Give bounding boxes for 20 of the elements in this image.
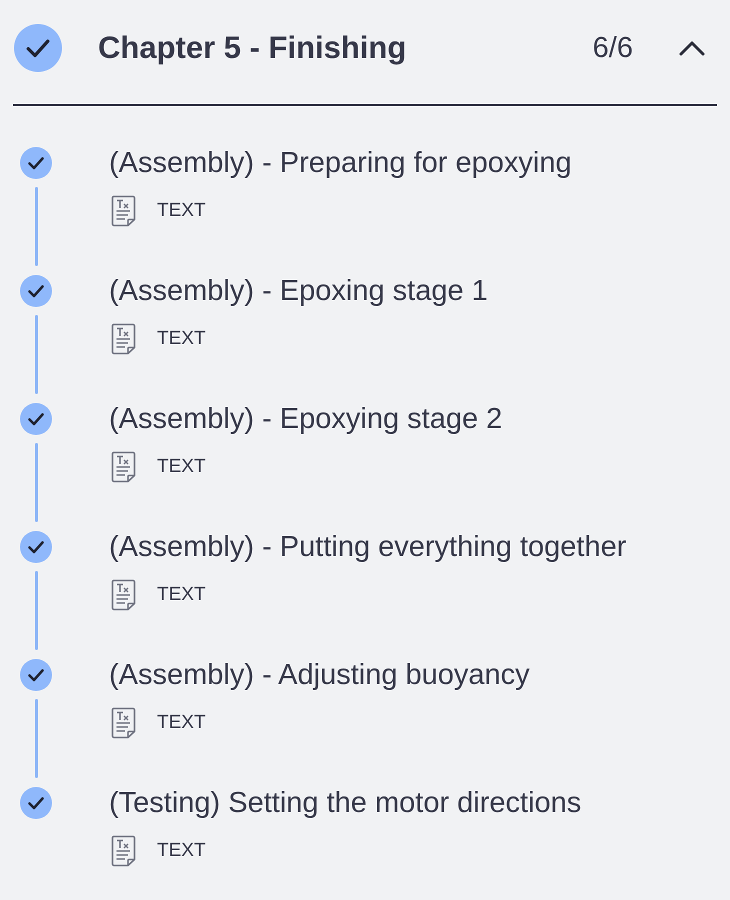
chapter-title: Chapter 5 - Finishing — [98, 30, 406, 66]
lesson-type: TEXT — [157, 584, 206, 606]
text-document-icon — [111, 707, 136, 739]
lesson-title[interactable]: (Assembly) - Epoxing stage 1 — [109, 275, 488, 307]
lesson-type: TEXT — [157, 200, 206, 222]
lesson-type: TEXT — [157, 328, 206, 350]
lesson-title[interactable]: (Assembly) - Epoxying stage 2 — [109, 403, 502, 435]
lesson-title[interactable]: (Assembly) - Putting everything together — [109, 531, 626, 563]
lesson-type: TEXT — [157, 712, 206, 734]
text-document-icon — [111, 195, 136, 227]
lesson-type: TEXT — [157, 456, 206, 478]
text-document-icon — [111, 579, 136, 611]
lesson-title[interactable]: (Assembly) - Preparing for epoxying — [109, 147, 572, 179]
text-document-icon — [111, 835, 136, 867]
text-document-icon — [111, 451, 136, 483]
text-document-icon — [111, 323, 136, 355]
lesson-title[interactable]: (Assembly) - Adjusting buoyancy — [109, 659, 530, 691]
progress-count: 6/6 — [592, 32, 633, 64]
lesson-title[interactable]: (Testing) Setting the motor directions — [109, 787, 582, 819]
lesson-type: TEXT — [157, 840, 206, 862]
